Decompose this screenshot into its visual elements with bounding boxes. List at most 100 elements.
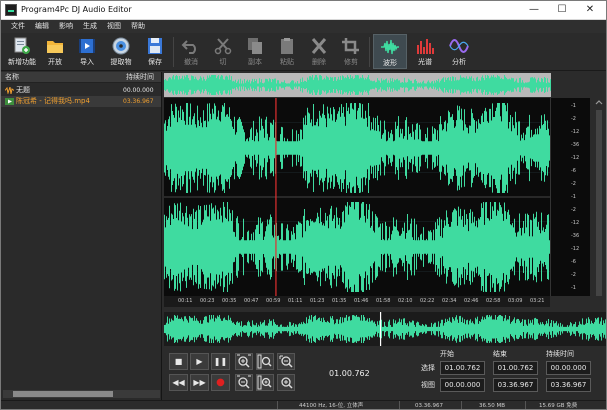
db-label: -1 xyxy=(571,103,576,109)
delete-button[interactable]: 删除 xyxy=(305,34,333,69)
time-ruler[interactable]: 00:11 00:23 00:35 00:47 00:59 01:11 01:23 01:35… xyxy=(164,296,550,307)
time-tick-label: 03:21 xyxy=(530,298,545,304)
time-tick-label: 00:11 xyxy=(178,298,193,304)
scrollbar-thumb[interactable] xyxy=(13,391,113,397)
play-button[interactable]: ▶ xyxy=(190,353,209,370)
new-feature-button[interactable]: 新增功能 xyxy=(5,34,39,69)
column-header-duration[interactable]: 持续时间 xyxy=(126,73,154,82)
zoom-vertical-out-button[interactable] xyxy=(277,374,295,391)
overview-wave-graphic xyxy=(164,75,551,95)
selection-start-field[interactable]: 01.00.762 xyxy=(440,361,485,375)
db-label: -36 xyxy=(571,233,580,239)
pause-button[interactable]: ❚❚ xyxy=(211,353,230,370)
toolbar-separator xyxy=(369,37,370,67)
overview-waveform[interactable] xyxy=(164,73,551,97)
maximize-button[interactable]: ☐ xyxy=(548,2,576,18)
app-window: Program4Pc DJ Audio Editor — ☐ ✕ 文件 编辑 影… xyxy=(0,0,607,410)
db-label: -2 xyxy=(571,116,576,122)
app-logo-icon xyxy=(5,4,17,16)
status-divider xyxy=(461,401,462,409)
new-feature-icon xyxy=(14,37,30,54)
toolbar: 新增功能 开放 导入 提取物 保存 撤消 切 副本 粘贴 删除 修剪 波形 光谱… xyxy=(1,33,606,71)
cut-button[interactable]: 切 xyxy=(209,34,237,69)
menu-file[interactable]: 文件 xyxy=(11,21,25,32)
db-label: -6 xyxy=(571,259,576,265)
db-label: -12 xyxy=(571,246,580,252)
extract-button[interactable]: 提取物 xyxy=(105,34,137,69)
zoom-in-horizontal-button[interactable] xyxy=(235,353,253,370)
transport-panel: ■ ▶ ❚❚ ◀◀ ▶▶ ● 01.00.762 开始 结束 持续时间 选择 0… xyxy=(164,347,606,400)
import-button[interactable]: 导入 xyxy=(73,34,101,69)
open-button[interactable]: 开放 xyxy=(41,34,69,69)
file-name: 无题 xyxy=(16,86,30,94)
trim-button[interactable]: 修剪 xyxy=(337,34,365,69)
save-icon xyxy=(148,38,162,54)
menu-view[interactable]: 视图 xyxy=(107,21,121,32)
file-duration: 03.36.967 xyxy=(123,98,154,105)
fast-forward-button[interactable]: ▶▶ xyxy=(190,374,209,391)
selection-label: 选择 xyxy=(421,364,435,372)
column-header-name[interactable]: 名称 xyxy=(5,73,19,82)
time-tick-label: 02:46 xyxy=(464,298,479,304)
menu-edit[interactable]: 编辑 xyxy=(35,21,49,32)
video-file-icon xyxy=(5,98,14,105)
view-duration-field[interactable]: 03.36.967 xyxy=(546,378,591,392)
view-start-field[interactable]: 00.00.000 xyxy=(440,378,485,392)
zoom-vertical-in-button[interactable] xyxy=(277,353,295,370)
time-tick-label: 01:58 xyxy=(376,298,391,304)
minimize-button[interactable]: — xyxy=(520,2,548,18)
time-tick-label: 00:35 xyxy=(222,298,237,304)
status-length: 03.36.967 xyxy=(415,403,443,409)
overview-spacer xyxy=(551,73,606,97)
save-button[interactable]: 保存 xyxy=(141,34,169,69)
paste-button[interactable]: 粘贴 xyxy=(273,34,301,69)
menu-help[interactable]: 帮助 xyxy=(131,21,145,32)
db-label: -2 xyxy=(571,207,576,213)
copy-button[interactable]: 副本 xyxy=(241,34,269,69)
close-button[interactable]: ✕ xyxy=(576,2,604,18)
duration-header: 持续时间 xyxy=(546,350,574,358)
waveform-editor[interactable] xyxy=(164,98,550,296)
selection-duration-field[interactable]: 00.00.000 xyxy=(546,361,591,375)
zoom-out-horizontal-button[interactable] xyxy=(235,374,253,391)
time-tick-label: 03:09 xyxy=(508,298,523,304)
status-divider xyxy=(399,401,400,409)
waveform-graphic xyxy=(164,98,550,296)
menu-generate[interactable]: 生成 xyxy=(83,21,97,32)
vertical-scroll-track xyxy=(595,100,603,296)
menu-bar: 文件 编辑 影响 生成 视图 帮助 xyxy=(1,20,606,33)
time-tick-label: 02:34 xyxy=(442,298,457,304)
view-end-field[interactable]: 03.36.967 xyxy=(493,378,538,392)
waveform-view-button[interactable]: 波形 xyxy=(373,34,407,69)
stop-button[interactable]: ■ xyxy=(169,353,188,370)
title-bar: Program4Pc DJ Audio Editor — ☐ ✕ xyxy=(1,1,606,20)
status-divider xyxy=(277,401,278,409)
time-tick-label: 00:23 xyxy=(200,298,215,304)
selection-end-field[interactable]: 01.00.762 xyxy=(493,361,538,375)
db-label: -2 xyxy=(571,181,576,187)
time-tick-label: 02:22 xyxy=(420,298,435,304)
time-tick-label: 00:47 xyxy=(244,298,259,304)
file-row-selected[interactable]: 陈冠希 - 记得我吗.mp4 03.36.967 xyxy=(1,96,161,107)
time-tick-label: 02:58 xyxy=(486,298,501,304)
view-label: 视图 xyxy=(421,381,435,389)
right-channel-wave xyxy=(164,202,550,292)
rewind-button[interactable]: ◀◀ xyxy=(169,374,188,391)
toolbar-separator xyxy=(173,37,174,67)
analysis-button[interactable]: 分析 xyxy=(445,34,473,69)
file-duration: 00.00.000 xyxy=(123,87,154,94)
zoom-vertical-icon xyxy=(279,355,293,368)
spectrum-view-button[interactable]: 光谱 xyxy=(411,34,439,69)
zoom-full-icon xyxy=(257,375,272,390)
zoom-selection-button[interactable] xyxy=(256,353,274,370)
vertical-scrollbar[interactable] xyxy=(592,98,606,306)
undo-button[interactable]: 撤消 xyxy=(177,34,205,69)
db-label: -1 xyxy=(571,194,576,200)
file-row-untitled[interactable]: 无题 00.00.000 xyxy=(1,85,161,96)
record-button[interactable]: ● xyxy=(211,374,230,391)
zoom-full-button[interactable] xyxy=(256,374,274,391)
full-track-overview[interactable] xyxy=(164,312,606,346)
file-list-scrollbar[interactable] xyxy=(3,390,160,398)
current-time-display: 01.00.762 xyxy=(329,369,370,378)
menu-effects[interactable]: 影响 xyxy=(59,21,73,32)
